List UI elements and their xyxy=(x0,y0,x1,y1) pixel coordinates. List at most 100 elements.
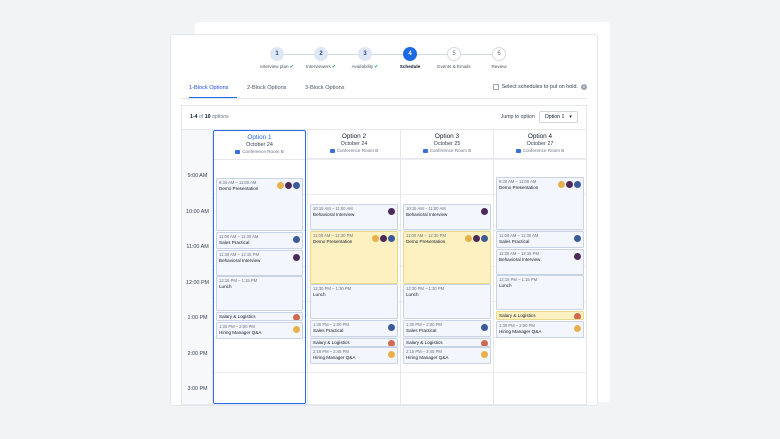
option-room: Conference Room B xyxy=(308,148,400,153)
option-header: Option 3 October 25 Conference Room B xyxy=(401,130,493,159)
event-block[interactable]: 11:00 AM – 11:30 AM Sales Practical xyxy=(496,231,584,248)
info-icon[interactable]: i xyxy=(581,84,587,90)
avatar[interactable] xyxy=(293,182,300,189)
event-time: 12:30 PM – 1:30 PM xyxy=(406,286,445,291)
avatar[interactable] xyxy=(277,182,284,189)
event-block[interactable]: Salary & Logistics xyxy=(496,311,584,320)
event-block[interactable]: 2:15 PM – 2:45 PM Hiring Manager Q&A xyxy=(403,347,491,364)
attendee-avatars xyxy=(574,313,581,319)
avatar[interactable] xyxy=(481,351,488,358)
event-block[interactable]: 2:15 PM – 2:45 PM Hiring Manager Q&A xyxy=(310,347,398,364)
event-block[interactable]: 12:15 PM – 1:15 PM Lunch xyxy=(496,275,584,310)
avatar[interactable] xyxy=(293,326,300,333)
option-column-3[interactable]: Option 3 October 25 Conference Room B 10… xyxy=(400,130,493,404)
event-time: 11:00 AM – 11:30 AM xyxy=(499,233,539,238)
event-block[interactable]: 11:00 AM – 12:30 PM Demo Presentation xyxy=(403,231,491,284)
event-time: 2:15 PM – 2:45 PM xyxy=(313,349,349,354)
avatar[interactable] xyxy=(558,181,565,188)
attendee-avatars xyxy=(558,181,581,188)
avatar[interactable] xyxy=(388,324,395,331)
avatar[interactable] xyxy=(380,235,387,242)
avatar[interactable] xyxy=(388,208,395,215)
option-select[interactable]: Option 1 ▾ xyxy=(538,111,578,123)
avatar[interactable] xyxy=(465,235,472,242)
step-number: 5 xyxy=(447,47,461,61)
tab-2-block-options[interactable]: 2-Block Options xyxy=(247,83,286,98)
option-column-2[interactable]: Option 2 October 24 Conference Room B 10… xyxy=(307,130,400,404)
avatar[interactable] xyxy=(293,254,300,261)
event-block[interactable]: 1:30 PM – 2:00 PM Sales Practical xyxy=(403,320,491,337)
option-name: Option 2 xyxy=(341,133,367,140)
event-block[interactable]: 1:30 PM – 2:00 PM Hiring Manager Q&A xyxy=(216,322,303,339)
avatar[interactable] xyxy=(481,340,488,346)
event-block[interactable]: 11:00 AM – 12:30 PM Demo Presentation xyxy=(310,231,398,284)
event-block[interactable]: 12:30 PM – 1:30 PM Lunch xyxy=(310,284,398,319)
event-block[interactable]: 11:30 AM – 12:15 PM Behavioral Interview xyxy=(496,249,584,275)
event-time: 1:30 PM – 2:00 PM xyxy=(219,324,255,329)
event-block[interactable]: 10:15 AM – 11:00 AM Behavioral Interview xyxy=(310,204,398,230)
stepper: 1 Interview plan✔ 2 Interviewers✔ 3 Avai… xyxy=(171,47,597,77)
avatar[interactable] xyxy=(574,235,581,242)
step-number: 2 xyxy=(314,47,328,61)
room-icon xyxy=(422,148,428,153)
avatar[interactable] xyxy=(566,181,573,188)
step-number: 6 xyxy=(492,47,506,61)
time-label: 1:00 PM xyxy=(187,315,208,321)
event-block[interactable]: 12:15 PM – 1:15 PM Lunch xyxy=(216,276,303,311)
avatar[interactable] xyxy=(574,313,581,319)
event-time: 11:30 AM – 12:15 PM xyxy=(219,252,259,257)
avatar[interactable] xyxy=(285,182,292,189)
avatar[interactable] xyxy=(481,208,488,215)
event-title: Behavioral Interview xyxy=(406,212,448,217)
event-block[interactable]: Salary & Logistics xyxy=(216,312,303,321)
event-block[interactable]: Salary & Logistics xyxy=(403,338,491,347)
results-of: of xyxy=(198,114,204,120)
option-date: October 25 xyxy=(433,141,461,147)
event-block[interactable]: 11:00 AM – 11:30 AM Sales Practical xyxy=(216,232,303,249)
attendee-avatars xyxy=(481,351,488,358)
event-block[interactable]: 12:30 PM – 1:30 PM Lunch xyxy=(403,284,491,319)
option-room: Conference Room B xyxy=(401,148,493,153)
event-block[interactable]: 11:30 AM – 12:15 PM Behavioral Interview xyxy=(216,250,303,276)
event-block[interactable]: 1:30 PM – 2:00 PM Hiring Manager Q&A xyxy=(496,321,584,338)
room-name: Conference Room B xyxy=(336,148,379,153)
avatar[interactable] xyxy=(574,253,581,260)
time-label: 3:00 PM xyxy=(187,386,208,392)
tab-3-block-options[interactable]: 3-Block Options xyxy=(305,83,344,98)
avatar[interactable] xyxy=(473,235,480,242)
tab-1-block-options[interactable]: 1-Block Options xyxy=(189,83,237,98)
hold-checkbox[interactable] xyxy=(492,84,499,90)
avatar[interactable] xyxy=(481,235,488,242)
step-label: Availability xyxy=(351,64,374,69)
avatar[interactable] xyxy=(388,340,395,346)
event-block[interactable]: 9:30 AM – 11:00 AM Demo Presentation xyxy=(216,178,303,231)
attendee-avatars xyxy=(372,235,395,242)
step-number: 3 xyxy=(358,47,372,61)
avatar[interactable] xyxy=(574,181,581,188)
option-column-1[interactable]: Option 1 October 24 Conference Room B 9:… xyxy=(213,130,306,404)
avatar[interactable] xyxy=(293,236,300,243)
avatar[interactable] xyxy=(372,235,379,242)
hold-label[interactable]: Select schedules to put on hold. xyxy=(502,84,578,90)
event-title: Lunch xyxy=(219,284,232,289)
event-block[interactable]: 10:15 AM – 11:00 AM Behavioral Interview xyxy=(403,204,491,230)
avatar[interactable] xyxy=(388,235,395,242)
attendee-avatars xyxy=(388,208,395,215)
option-name: Option 3 xyxy=(434,133,460,140)
avatar[interactable] xyxy=(481,324,488,331)
option-header: Option 2 October 24 Conference Room B xyxy=(308,130,400,159)
event-time: 1:30 PM – 2:00 PM xyxy=(313,322,349,327)
step-number: 4 xyxy=(403,47,417,61)
option-column-4[interactable]: Option 4 October 27 Conference Room B 9:… xyxy=(493,130,586,404)
event-block[interactable]: 9:30 AM – 11:00 AM Demo Presentation xyxy=(496,177,584,230)
step-label: Interview plan xyxy=(260,64,289,69)
event-time: 1:30 PM – 2:00 PM xyxy=(499,323,535,328)
event-block[interactable]: Salary & Logistics xyxy=(310,338,398,347)
avatar[interactable] xyxy=(574,325,581,332)
step-review[interactable]: 6 Review xyxy=(469,47,529,69)
event-block[interactable]: 1:30 PM – 2:00 PM Sales Practical xyxy=(310,320,398,337)
avatar[interactable] xyxy=(293,314,300,320)
event-title: Salary & Logistics xyxy=(499,313,536,318)
avatar[interactable] xyxy=(388,351,395,358)
time-label: 2:00 PM xyxy=(187,351,208,357)
